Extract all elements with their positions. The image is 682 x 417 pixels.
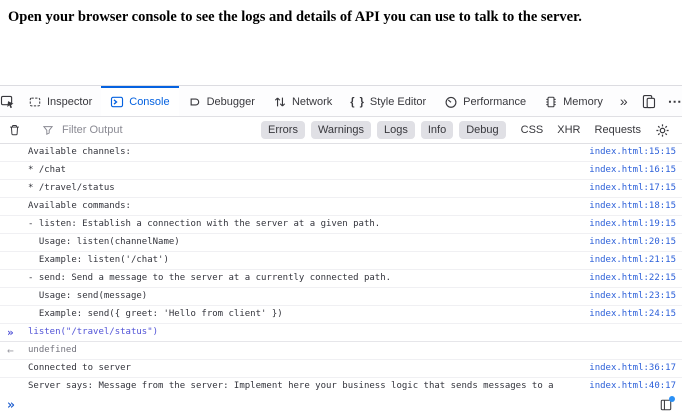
command-text: listen("/travel/status") — [28, 326, 676, 339]
source-link[interactable]: index.html:24:15 — [589, 308, 676, 321]
console-filter-bar: Errors Warnings Logs Info Debug CSS XHR … — [0, 117, 682, 144]
message-text: Available commands: — [28, 200, 577, 213]
filter-errors-button[interactable]: Errors — [261, 121, 305, 139]
tab-label: Style Editor — [370, 96, 426, 108]
console-message: Usage: listen(channelName) index.html:20… — [0, 234, 682, 252]
chevron-double-right-icon: » — [620, 93, 628, 109]
tab-performance[interactable]: Performance — [435, 86, 535, 116]
tab-debugger[interactable]: Debugger — [179, 86, 264, 116]
message-text: - send: Send a message to the server at … — [28, 272, 577, 285]
console-message: Available commands: index.html:18:15 — [0, 198, 682, 216]
message-text: * /travel/status — [28, 182, 577, 195]
source-link[interactable]: index.html:21:15 — [589, 254, 676, 267]
filter-info-button[interactable]: Info — [421, 121, 453, 139]
tab-memory[interactable]: Memory — [535, 86, 612, 116]
console-message: * /chat index.html:16:15 — [0, 162, 682, 180]
source-link[interactable]: index.html:15:15 — [589, 146, 676, 159]
clear-console-button[interactable] — [0, 123, 28, 137]
console-result: ← undefined — [0, 342, 682, 360]
console-prompt-icon: » — [7, 398, 15, 413]
responsive-design-mode-button[interactable] — [636, 94, 662, 109]
result-arrow-icon: ← — [7, 344, 14, 357]
message-text: Example: send({ greet: 'Hello from clien… — [28, 308, 577, 321]
message-text: Usage: listen(channelName) — [28, 236, 577, 249]
console-output: Available channels: index.html:15:15 * /… — [0, 144, 682, 393]
style-editor-icon: { } — [350, 96, 365, 108]
gear-icon — [655, 123, 670, 138]
console-command-echo: » listen("/travel/status") — [0, 324, 682, 342]
message-text: Usage: send(message) — [28, 290, 577, 303]
filter-warnings-button[interactable]: Warnings — [311, 121, 371, 139]
inspector-icon — [28, 95, 42, 109]
node-picker-icon — [0, 94, 15, 109]
source-link[interactable]: index.html:36:17 — [589, 362, 676, 375]
console-message: Server says: Message from the server: Im… — [0, 378, 682, 393]
console-input-area[interactable] — [15, 393, 656, 417]
tab-label: Memory — [563, 96, 603, 108]
source-link[interactable]: index.html:18:15 — [589, 200, 676, 213]
console-message: Available channels: index.html:15:15 — [0, 144, 682, 162]
source-link[interactable]: index.html:22:15 — [589, 272, 676, 285]
meatball-menu-icon: ⋯ — [668, 93, 682, 110]
more-tabs-button[interactable]: » — [612, 86, 636, 116]
filter-css-button[interactable]: CSS — [521, 124, 544, 136]
message-text: Example: listen('/chat') — [28, 254, 577, 267]
notification-dot — [669, 396, 675, 402]
source-link[interactable]: index.html:23:15 — [589, 290, 676, 303]
console-message: - listen: Establish a connection with th… — [0, 216, 682, 234]
message-text: * /chat — [28, 164, 577, 177]
console-message: Example: listen('/chat') index.html:21:1… — [0, 252, 682, 270]
tab-network[interactable]: Network — [264, 86, 341, 116]
network-icon — [273, 95, 287, 109]
source-link[interactable]: index.html:20:15 — [589, 236, 676, 249]
tab-label: Debugger — [207, 96, 255, 108]
filter-funnel-icon — [42, 124, 54, 136]
filter-input-wrap — [33, 123, 258, 137]
responsive-design-mode-icon — [641, 94, 656, 109]
result-text: undefined — [28, 344, 676, 357]
tab-style-editor[interactable]: { } Style Editor — [341, 86, 435, 116]
devtools-panel: Inspector Console Debugger — [0, 85, 682, 417]
console-message: Connected to server index.html:36:17 — [0, 360, 682, 378]
source-link[interactable]: index.html:16:15 — [589, 164, 676, 177]
console-input-row[interactable]: » — [0, 393, 682, 417]
tab-label: Network — [292, 96, 332, 108]
filter-requests-button[interactable]: Requests — [595, 124, 641, 136]
console-message: - send: Send a message to the server at … — [0, 270, 682, 288]
tab-inspector[interactable]: Inspector — [19, 86, 101, 116]
message-text: - listen: Establish a connection with th… — [28, 218, 577, 231]
tab-label: Console — [129, 96, 169, 108]
devtools-tab-bar: Inspector Console Debugger — [0, 86, 682, 117]
message-text: Connected to server — [28, 362, 577, 375]
memory-icon — [544, 95, 558, 109]
filter-output-input[interactable] — [60, 123, 258, 137]
debugger-icon — [188, 95, 202, 109]
input-echo-icon: » — [7, 326, 14, 339]
console-message: * /travel/status index.html:17:15 — [0, 180, 682, 198]
console-icon — [110, 95, 124, 109]
node-picker-button[interactable] — [0, 86, 15, 116]
filter-xhr-button[interactable]: XHR — [557, 124, 580, 136]
console-message: Example: send({ greet: 'Hello from clien… — [0, 306, 682, 324]
editor-mode-button[interactable] — [656, 396, 676, 414]
tab-label: Inspector — [47, 96, 92, 108]
message-text: Server says: Message from the server: Im… — [28, 380, 577, 393]
message-text: Available channels: — [28, 146, 577, 159]
trash-icon — [8, 123, 21, 137]
source-link[interactable]: index.html:19:15 — [589, 218, 676, 231]
source-link[interactable]: index.html:17:15 — [589, 182, 676, 195]
console-message: Usage: send(message) index.html:23:15 — [0, 288, 682, 306]
source-link[interactable]: index.html:40:17 — [589, 380, 676, 393]
tab-console[interactable]: Console — [101, 86, 178, 116]
filter-debug-button[interactable]: Debug — [459, 121, 505, 139]
tab-label: Performance — [463, 96, 526, 108]
performance-icon — [444, 95, 458, 109]
menu-button[interactable]: ⋯ — [662, 93, 682, 110]
filter-logs-button[interactable]: Logs — [377, 121, 415, 139]
page-title: Open your browser console to see the log… — [0, 0, 682, 85]
console-settings-button[interactable] — [648, 123, 676, 138]
devtools-window-controls: ⋯ ✕ — [636, 86, 682, 116]
